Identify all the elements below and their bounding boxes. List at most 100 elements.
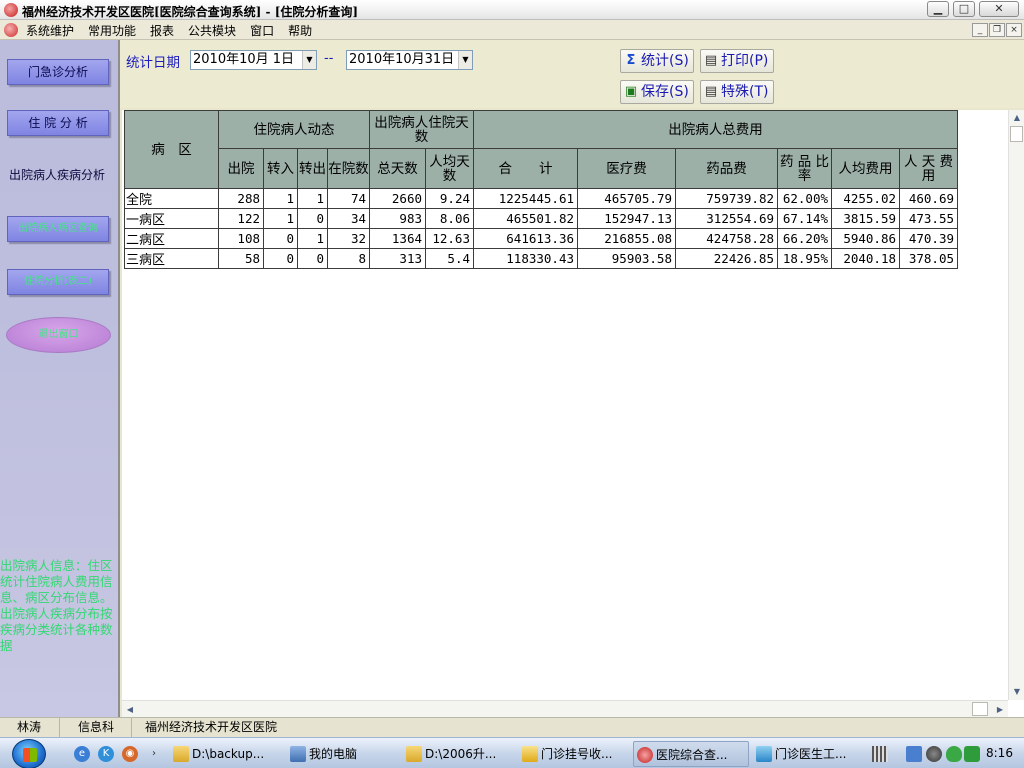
print-button[interactable]: ▤ 打印(P) xyxy=(700,49,774,73)
chevron-down-icon[interactable]: ▼ xyxy=(458,51,472,69)
table-cell[interactable]: 473.55 xyxy=(899,208,958,229)
menu-public[interactable]: 公共模块 xyxy=(188,22,236,39)
taskbar-item[interactable]: 门诊医生工... xyxy=(753,741,861,767)
mdi-close-button[interactable]: × xyxy=(1006,23,1022,37)
scroll-thumb[interactable] xyxy=(972,702,988,716)
table-cell[interactable]: 3815.59 xyxy=(831,208,900,229)
table-cell[interactable]: 66.20% xyxy=(777,228,832,249)
taskbar-item[interactable]: 医院综合查... xyxy=(633,741,749,767)
table-cell[interactable]: 216855.08 xyxy=(577,228,676,249)
menu-report[interactable]: 报表 xyxy=(150,22,174,39)
table-cell[interactable]: 二病区 xyxy=(124,228,219,249)
close-button[interactable]: ✕ xyxy=(979,1,1019,17)
table-cell[interactable]: 2040.18 xyxy=(831,248,900,269)
table-cell[interactable]: 全院 xyxy=(124,188,219,209)
vertical-scrollbar[interactable]: ▲ ▼ xyxy=(1008,110,1024,700)
taskbar-item[interactable]: 我的电脑 xyxy=(287,741,395,767)
col-header[interactable]: 在院数 xyxy=(327,148,370,189)
table-row[interactable]: 全院 288 1 1 74 2660 9.24 1225445.61 46570… xyxy=(124,188,958,209)
table-cell[interactable]: 8.06 xyxy=(425,208,474,229)
table-row[interactable]: 二病区 108 0 1 32 1364 12.63 641613.36 2168… xyxy=(124,228,958,249)
col-header[interactable]: 出院 xyxy=(218,148,264,189)
table-cell[interactable]: 1 xyxy=(297,228,328,249)
media-icon[interactable]: ◉ xyxy=(122,746,138,762)
table-cell[interactable]: 465705.79 xyxy=(577,188,676,209)
table-cell[interactable]: 470.39 xyxy=(899,228,958,249)
table-cell[interactable]: 18.95% xyxy=(777,248,832,269)
start-date-picker[interactable]: 2010年10月 1日 ▼ xyxy=(190,50,317,70)
table-cell[interactable]: 424758.28 xyxy=(675,228,778,249)
start-button[interactable] xyxy=(12,739,46,768)
table-cell[interactable]: 759739.82 xyxy=(675,188,778,209)
col-header[interactable]: 总天数 xyxy=(369,148,426,189)
special-button[interactable]: ▤ 特殊(T) xyxy=(700,80,774,104)
table-cell[interactable]: 0 xyxy=(297,248,328,269)
mdi-minimize-button[interactable]: _ xyxy=(972,23,988,37)
col-header[interactable]: 人均费用 xyxy=(831,148,900,189)
inpatient-analysis-button[interactable]: 住 院 分 析 xyxy=(7,110,109,136)
ward-header[interactable]: 病 区 xyxy=(124,110,219,189)
table-cell[interactable]: 288 xyxy=(218,188,264,209)
table-cell[interactable]: 一病区 xyxy=(124,208,219,229)
chevron-down-icon[interactable]: ▼ xyxy=(302,51,316,69)
col-header[interactable]: 人 天 费 用 xyxy=(899,148,958,189)
exit-window-button[interactable]: 退出窗口 xyxy=(6,317,111,353)
volume-icon[interactable] xyxy=(926,746,942,762)
table-cell[interactable]: 1 xyxy=(263,208,298,229)
scroll-up-icon[interactable]: ▲ xyxy=(1009,110,1024,126)
minimize-button[interactable]: ▁ xyxy=(927,1,949,17)
table-cell[interactable]: 4255.02 xyxy=(831,188,900,209)
table-cell[interactable]: 2660 xyxy=(369,188,426,209)
table-cell[interactable]: 0 xyxy=(297,208,328,229)
table-cell[interactable]: 460.69 xyxy=(899,188,958,209)
table-cell[interactable]: 122 xyxy=(218,208,264,229)
table-cell[interactable]: 983 xyxy=(369,208,426,229)
table-cell[interactable]: 641613.36 xyxy=(473,228,578,249)
document-icon[interactable] xyxy=(4,23,18,37)
taskbar-item[interactable]: D:\backup... xyxy=(170,741,278,767)
end-date-picker[interactable]: 2010年10月31日 ▼ xyxy=(346,50,473,70)
table-cell[interactable]: 0 xyxy=(263,228,298,249)
ie-icon[interactable]: e xyxy=(74,746,90,762)
scroll-left-icon[interactable]: ◀ xyxy=(122,701,138,718)
col-header[interactable]: 医疗费 xyxy=(577,148,676,189)
discharge-ward-query-button[interactable]: 出院病人病区查询 xyxy=(7,216,109,242)
taskbar-item[interactable]: 门诊挂号收... xyxy=(519,741,627,767)
table-cell[interactable]: 32 xyxy=(327,228,370,249)
menu-window[interactable]: 窗口 xyxy=(250,22,274,39)
table-cell[interactable]: 22426.85 xyxy=(675,248,778,269)
scroll-thumb[interactable] xyxy=(1010,126,1023,142)
mdi-restore-button[interactable]: ❐ xyxy=(989,23,1005,37)
table-row[interactable]: 三病区 58 0 0 8 313 5.4 118330.43 95903.58 … xyxy=(124,248,958,269)
table-cell[interactable]: 5.4 xyxy=(425,248,474,269)
clock[interactable]: 8:16 xyxy=(986,746,1013,760)
table-cell[interactable]: 95903.58 xyxy=(577,248,676,269)
table-cell[interactable]: 三病区 xyxy=(124,248,219,269)
save-button[interactable]: ▣ 保存(S) xyxy=(620,80,694,104)
taskbar-item[interactable]: D:\2006升... xyxy=(403,741,511,767)
table-cell[interactable]: 313 xyxy=(369,248,426,269)
stat-button[interactable]: Σ 统计(S) xyxy=(620,49,694,73)
table-cell[interactable]: 108 xyxy=(218,228,264,249)
shield-icon[interactable] xyxy=(946,746,962,762)
table-cell[interactable]: 152947.13 xyxy=(577,208,676,229)
inpatient-analysis-table2-button[interactable]: 住院分析(表二) xyxy=(7,269,109,295)
table-cell[interactable]: 5940.86 xyxy=(831,228,900,249)
table-cell[interactable]: 312554.69 xyxy=(675,208,778,229)
maximize-button[interactable]: □ xyxy=(953,1,975,17)
table-cell[interactable]: 1 xyxy=(263,188,298,209)
scroll-right-icon[interactable]: ▶ xyxy=(992,701,1008,718)
data-grid[interactable]: 病 区 住院病人动态 出院病人住院天数 出院病人总费用 出院 转入 转出 在院数… xyxy=(122,110,1024,717)
col-header[interactable]: 药品费 xyxy=(675,148,778,189)
menu-system[interactable]: 系统维护 xyxy=(26,22,74,39)
security-icon[interactable] xyxy=(964,746,980,762)
table-cell[interactable]: 34 xyxy=(327,208,370,229)
chevron-right-icon[interactable]: › xyxy=(146,746,162,762)
menu-help[interactable]: 帮助 xyxy=(288,22,312,39)
col-header[interactable]: 转入 xyxy=(263,148,298,189)
table-cell[interactable]: 74 xyxy=(327,188,370,209)
table-cell[interactable]: 1225445.61 xyxy=(473,188,578,209)
table-cell[interactable]: 1 xyxy=(297,188,328,209)
table-cell[interactable]: 58 xyxy=(218,248,264,269)
table-cell[interactable]: 1364 xyxy=(369,228,426,249)
